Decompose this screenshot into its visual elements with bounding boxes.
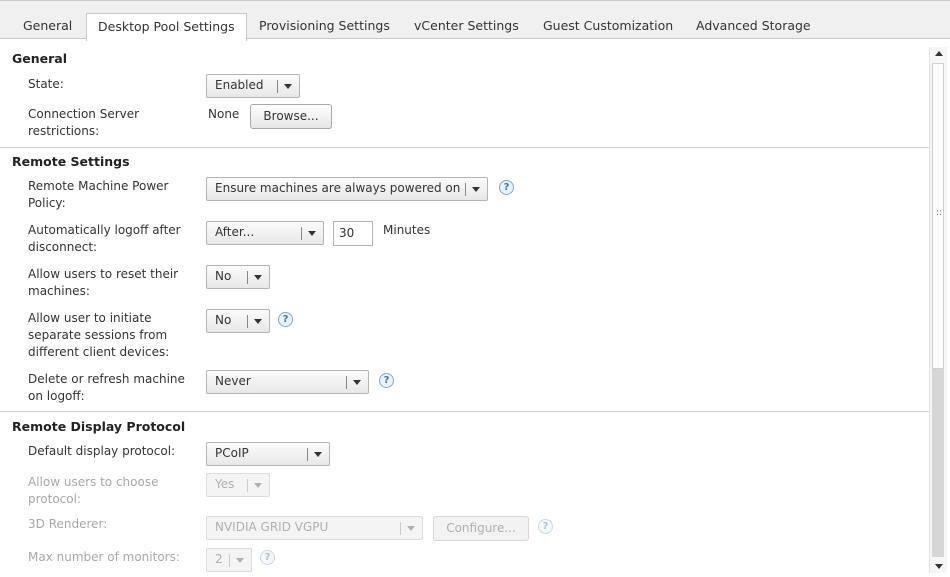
auto-logoff-select[interactable]: After... (206, 221, 324, 245)
tab-desktop-pool-settings[interactable]: Desktop Pool Settings (86, 13, 247, 41)
help-icon[interactable]: ? (499, 180, 514, 195)
power-policy-label-line2: Policy: (28, 196, 66, 210)
configure-button: Configure... (433, 516, 529, 541)
auto-logoff-label: Automatically logoff after disconnect: (28, 222, 181, 256)
chevron-down-icon (254, 319, 262, 324)
state-select[interactable]: Enabled (206, 74, 300, 98)
help-icon[interactable]: ? (278, 312, 293, 327)
chevron-down-icon (314, 452, 322, 457)
state-value: Enabled (215, 78, 264, 92)
state-label: State: (28, 77, 64, 91)
tab-bar: General Desktop Pool Settings Provisioni… (0, 0, 950, 41)
chevron-down-icon (236, 558, 244, 563)
choose-protocol-label-line2: protocol: (28, 492, 81, 506)
select-separator (301, 227, 302, 240)
default-protocol-value: PCoIP (215, 446, 249, 460)
settings-panel: General State: Enabled Connection Server… (0, 39, 929, 577)
chevron-down-icon (254, 483, 262, 488)
help-icon: ? (260, 550, 275, 565)
select-separator (247, 315, 248, 328)
tab-general[interactable]: General (23, 13, 72, 39)
select-separator (400, 522, 401, 535)
auto-logoff-value: After... (215, 225, 255, 239)
chevron-down-icon (308, 231, 316, 236)
tab-guest-customization[interactable]: Guest Customization (543, 13, 673, 39)
logoff-minutes-input[interactable]: 30 (333, 221, 373, 246)
scrollbar-track-lower[interactable] (932, 369, 944, 557)
max-monitors-value: 2 (215, 552, 223, 566)
connection-server-label: Connection Server restrictions: (28, 106, 139, 140)
connection-server-label-line2: restrictions: (28, 124, 100, 138)
select-separator (307, 448, 308, 461)
select-separator (229, 554, 230, 567)
delete-refresh-label-line2: on logoff: (28, 389, 85, 403)
select-separator (346, 376, 347, 389)
delete-refresh-label-line1: Delete or refresh machine (28, 372, 185, 386)
chevron-down-icon (353, 380, 361, 385)
allow-reset-label-line1: Allow users to reset their (28, 267, 179, 281)
scrollbar-thumb[interactable]: :: (932, 63, 944, 369)
scrollbar-track[interactable]: :: (932, 63, 944, 557)
tab-vcenter-settings[interactable]: vCenter Settings (414, 13, 519, 39)
allow-reset-label: Allow users to reset their machines: (28, 266, 178, 300)
choose-protocol-label: Allow users to choose protocol: (28, 474, 158, 508)
max-monitors-select: 2 (206, 548, 252, 572)
power-policy-select[interactable]: Ensure machines are always powered on (206, 177, 488, 201)
renderer-select: NVIDIA GRID VGPU (206, 516, 423, 540)
tab-provisioning-settings[interactable]: Provisioning Settings (259, 13, 390, 39)
allow-reset-value: No (215, 269, 232, 283)
delete-refresh-label: Delete or refresh machine on logoff: (28, 371, 185, 405)
allow-reset-label-line2: machines: (28, 284, 90, 298)
arrow-down-icon[interactable] (930, 559, 948, 573)
separate-sessions-label-line3: different client devices: (28, 345, 170, 359)
separate-sessions-value: No (215, 313, 232, 327)
divider (0, 411, 929, 412)
delete-refresh-select[interactable]: Never (206, 370, 369, 394)
chevron-down-icon (472, 187, 480, 192)
power-policy-label: Remote Machine Power Policy: (28, 178, 168, 212)
section-remote-settings-title: Remote Settings (12, 154, 130, 169)
renderer-label: 3D Renderer: (28, 517, 108, 531)
section-display-protocol-title: Remote Display Protocol (12, 419, 186, 434)
browse-button[interactable]: Browse... (250, 104, 332, 129)
select-separator (247, 271, 248, 284)
select-separator (247, 479, 248, 492)
renderer-value: NVIDIA GRID VGPU (215, 520, 329, 534)
allow-reset-select[interactable]: No (206, 265, 270, 289)
separate-sessions-label-line1: Allow user to initiate (28, 311, 152, 325)
max-monitors-label: Max number of monitors: (28, 550, 180, 564)
separate-sessions-label-line2: separate sessions from (28, 328, 168, 342)
select-separator (465, 183, 466, 196)
power-policy-value: Ensure machines are always powered on (215, 181, 461, 195)
separate-sessions-select[interactable]: No (206, 309, 270, 333)
connection-server-value: None (208, 107, 240, 121)
power-policy-label-line1: Remote Machine Power (28, 179, 169, 193)
auto-logoff-label-line1: Automatically logoff after (28, 223, 181, 237)
section-general-title: General (12, 51, 67, 66)
connection-server-label-line1: Connection Server (28, 107, 140, 121)
auto-logoff-label-line2: disconnect: (28, 240, 98, 254)
minutes-unit-label: Minutes (383, 223, 431, 237)
separate-sessions-label: Allow user to initiate separate sessions… (28, 310, 169, 361)
chevron-down-icon (284, 84, 292, 89)
select-separator (277, 80, 278, 93)
divider (0, 147, 929, 148)
scrollbar-grip: :: (936, 208, 943, 218)
default-protocol-select[interactable]: PCoIP (206, 442, 330, 466)
delete-refresh-value: Never (215, 374, 251, 388)
chevron-down-icon (407, 526, 415, 531)
choose-protocol-value: Yes (215, 477, 235, 491)
help-icon[interactable]: ? (379, 373, 394, 388)
choose-protocol-label-line1: Allow users to choose (28, 475, 159, 489)
chevron-down-icon (254, 275, 262, 280)
vertical-scrollbar[interactable]: :: (929, 47, 947, 573)
arrow-up-icon[interactable] (930, 47, 948, 61)
tab-advanced-storage[interactable]: Advanced Storage (696, 13, 811, 39)
help-icon: ? (538, 519, 553, 534)
default-protocol-label: Default display protocol: (28, 444, 176, 458)
choose-protocol-select: Yes (206, 473, 270, 497)
